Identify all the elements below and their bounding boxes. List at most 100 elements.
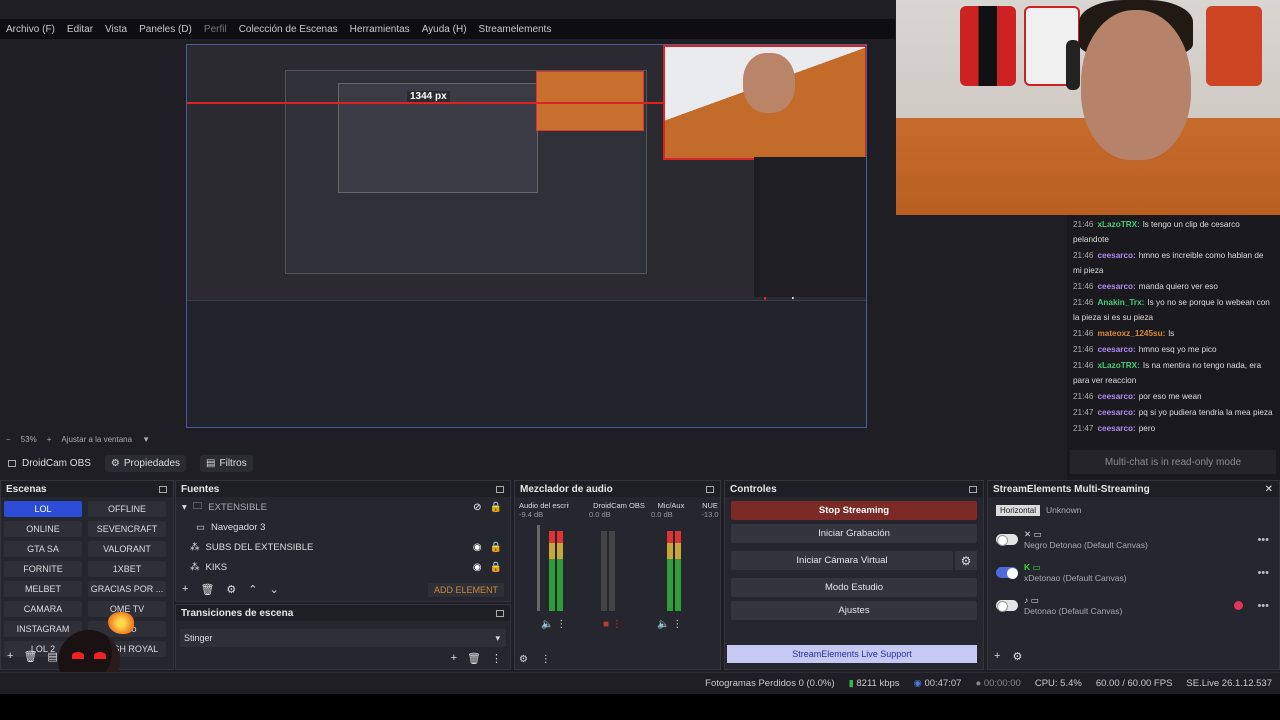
chat-user: ceesarco: [1097,345,1136,354]
recursive-docks [187,300,866,427]
chat-message: 21:46 ceesarco: manda quiero ver eso [1073,279,1274,294]
zoom-dropdown-icon[interactable]: ▼ [142,435,150,444]
zoom-plus-icon[interactable]: + [47,435,52,444]
undock-icon[interactable] [496,609,504,617]
add-scene-icon[interactable]: + [7,650,13,663]
start-recording-button[interactable]: Iniciar Grabación [731,524,977,543]
scene-item[interactable]: ONLINE [4,521,82,537]
eye-icon[interactable]: ◉ [473,542,482,553]
fps: 60.00 / 60.00 FPS [1095,678,1173,689]
speaker-icon[interactable]: 🔈 ⋮ [657,619,682,630]
undock-icon[interactable] [159,485,167,493]
chat-message: 21:46 ceesarco: hmno esq yo me pico [1073,342,1274,357]
close-icon[interactable]: ✕ [1265,484,1273,495]
version: SE.Live 26.1.12.537 [1186,678,1272,689]
webcam-source-selected[interactable] [663,45,866,160]
chevron-down-icon[interactable]: ⌄ [270,583,279,596]
settings-button[interactable]: Ajustes [731,601,977,620]
lock-icon[interactable]: 🔒 [490,502,502,513]
gear-icon: ⚙ [110,457,120,469]
eye-icon[interactable]: ◉ [473,562,482,573]
audio-mixer-dock: Mezclador de audio Audio del escritorio … [514,480,721,670]
source-item-navegador[interactable]: ▭ Navegador 3 [176,517,510,537]
undock-icon[interactable] [706,485,714,493]
volume-slider[interactable] [537,525,540,611]
scene-item[interactable]: OFFLINE [88,501,166,517]
webcam-face [743,53,795,113]
scene-item[interactable]: GTA SA [4,541,82,557]
mixer-toolbar: ⚙ ⋮ [519,654,551,665]
speaker-icon[interactable]: 🔈 ⋮ [541,619,566,630]
gear-icon[interactable]: ⚙ [226,583,236,596]
stream-toggle[interactable] [996,567,1018,579]
volume-meter [557,531,563,611]
add-element-button[interactable]: ADD ELEMENT [427,583,504,597]
add-source-icon[interactable]: + [182,583,188,596]
source-item-extensible[interactable]: ▾ 🗀 EXTENSIBLE ⊘ 🔒 [176,497,510,517]
muted-speaker-icon[interactable]: ■ ⋮ [603,619,622,630]
preview-canvas[interactable]: 1344 px 756 px [186,44,867,428]
zoom-fit-label[interactable]: Ajustar a la ventana [61,435,132,444]
undock-icon[interactable] [496,485,504,493]
menu-paneles[interactable]: Paneles (D) [139,24,192,35]
undock-icon[interactable] [969,485,977,493]
trash-icon[interactable]: 🗑 [200,583,214,596]
stream-toggle[interactable] [996,600,1018,612]
source-item-subs[interactable]: ⁂ SUBS DEL EXTENSIBLE ◉ 🔒 [176,537,510,557]
properties-button[interactable]: ⚙ Propiedades [104,454,187,472]
more-icon[interactable]: ••• [1257,567,1269,579]
transition-select[interactable]: Stinger ▾ [180,629,506,647]
add-icon[interactable]: + [994,650,1000,663]
scene-item[interactable]: GRACIAS POR ... [88,581,166,597]
browser-icon: ▭ [196,521,205,533]
start-virtual-camera-button[interactable]: Iniciar Cámara Virtual [731,551,953,570]
se-multistream-dock: StreamElements Multi-Streaming ✕ Horizon… [987,480,1280,670]
scene-item[interactable]: CAMARA [4,601,82,617]
source-item-kiks[interactable]: ⁂ KIKS ◉ 🔒 [176,557,510,577]
scene-item[interactable]: VALORANT [88,541,166,557]
scene-item[interactable]: SEVENCRAFT [88,521,166,537]
tooltip: Horizontal [996,504,1041,516]
trash-icon[interactable]: 🗑 [23,650,37,663]
menu-herramientas[interactable]: Herramientas [350,24,410,35]
menu-coleccion[interactable]: Colección de Escenas [239,24,338,35]
studio-mode-button[interactable]: Modo Estudio [731,578,977,597]
scene-item[interactable]: LOL [4,501,82,517]
lock-icon[interactable]: 🔒 [490,562,502,573]
transitions-title: Transiciones de escena [181,607,294,619]
gear-icon[interactable]: ⚙ [955,551,977,570]
eye-hidden-icon[interactable]: ⊘ [473,502,481,513]
menu-streamelements[interactable]: Streamelements [479,24,552,35]
live-support-button[interactable]: StreamElements Live Support [727,645,977,663]
lock-icon[interactable]: 🔒 [490,542,502,553]
scene-item[interactable]: 1XBET [88,561,166,577]
menu-perfil[interactable]: Perfil [204,24,227,35]
source-name: EXTENSIBLE [208,501,267,513]
gear-icon[interactable]: ⚙ [1012,650,1022,663]
chevron-up-icon[interactable]: ⌃ [248,583,257,596]
filters-button[interactable]: ▤ Filtros [200,454,253,472]
chat-user: ceesarco: [1097,424,1136,433]
more-icon[interactable]: ⋮ [491,652,502,665]
chevron-down-icon[interactable]: ▾ [182,502,187,513]
mixer-settings-icon[interactable]: ⚙ [519,654,528,665]
stop-streaming-button[interactable]: Stop Streaming [731,501,977,520]
cpu-usage: CPU: 5.4% [1034,678,1082,689]
scene-item[interactable]: MELBET [4,581,82,597]
trash-icon[interactable]: 🗑 [467,652,481,665]
menu-editar[interactable]: Editar [67,24,93,35]
more-icon[interactable]: ••• [1257,534,1269,546]
chat-time: 21:47 [1073,424,1094,433]
menu-archivo[interactable]: Archivo (F) [6,24,55,35]
menu-ayuda[interactable]: Ayuda (H) [422,24,467,35]
zoom-percent[interactable]: 53% [21,435,37,444]
stream-toggle[interactable] [996,534,1018,546]
zoom-minus-icon[interactable]: − [6,435,11,444]
filter-icon[interactable]: ▤ [47,650,57,663]
scene-item[interactable]: FORNITE [4,561,82,577]
add-transition-icon[interactable]: + [451,652,457,665]
menu-vista[interactable]: Vista [105,24,127,35]
recursive-chat [754,157,866,297]
more-icon[interactable]: ⋮ [541,654,551,665]
more-icon[interactable]: ••• [1257,600,1269,612]
